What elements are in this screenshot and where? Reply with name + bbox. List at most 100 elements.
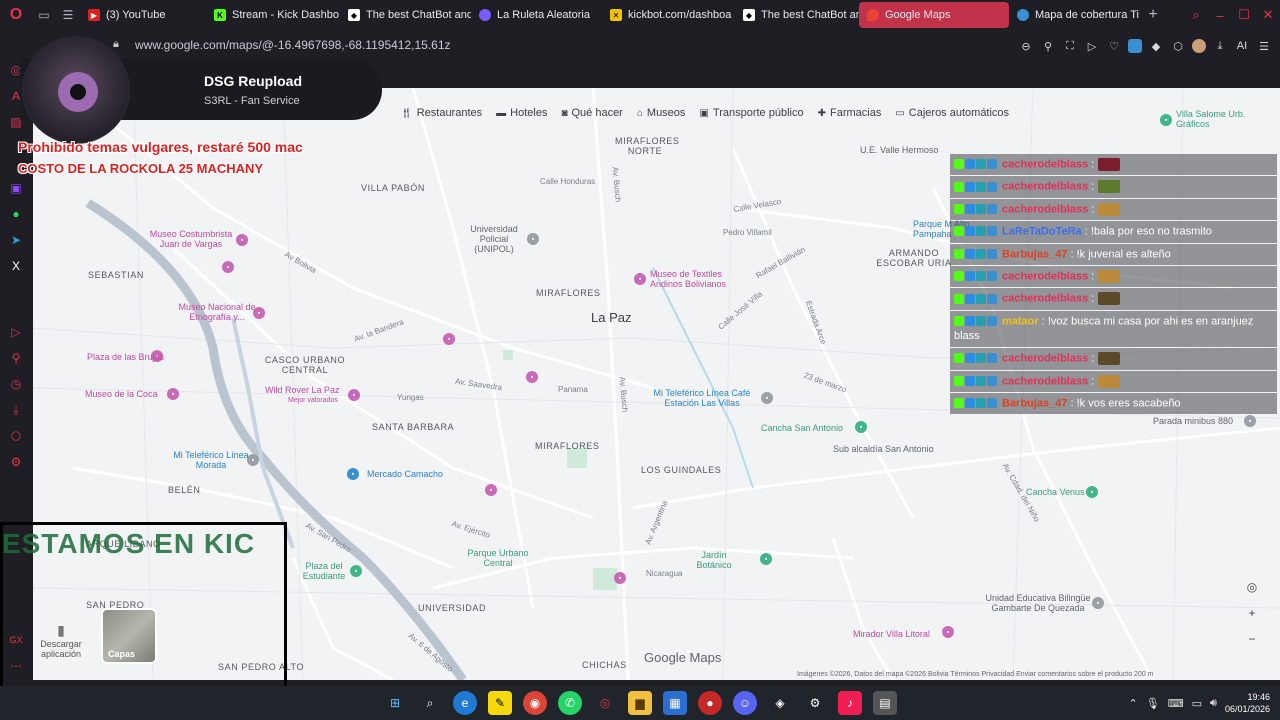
poi-villa-salome[interactable]: Villa Salome Urb. Gráficos bbox=[1176, 109, 1246, 129]
new-tab-button[interactable]: + bbox=[1143, 5, 1163, 25]
sidebar-whatsapp-icon[interactable]: ● bbox=[6, 204, 26, 224]
keyboard-icon[interactable]: ⌨ bbox=[1168, 697, 1184, 710]
museum-pin-icon[interactable]: ▪ bbox=[222, 261, 234, 273]
zoom-out-button[interactable]: − bbox=[1248, 632, 1255, 646]
chat-username[interactable]: cacherodelblass bbox=[1002, 158, 1088, 170]
poi-teleferico-morada[interactable]: Mi Teleférico Línea Morada bbox=[171, 450, 251, 470]
ai-icon[interactable]: AI bbox=[1234, 36, 1250, 56]
chat-username[interactable]: cacherodelblass bbox=[1002, 203, 1088, 215]
snapshot-icon[interactable]: ⛶ bbox=[1062, 36, 1078, 56]
chrome-icon[interactable]: ◉ bbox=[523, 691, 547, 715]
tab-kick-dashboard[interactable]: K Stream - Kick Dashbo bbox=[206, 2, 340, 28]
maximize-icon[interactable]: ☐ bbox=[1232, 0, 1256, 30]
close-icon[interactable]: ✕ bbox=[1256, 0, 1280, 30]
chip-hotels[interactable]: ▬ Hoteles bbox=[496, 107, 547, 119]
viewpoint-pin-icon[interactable]: ▪ bbox=[942, 626, 954, 638]
download-icon[interactable]: ⤓ bbox=[1212, 36, 1228, 56]
app-gray-icon[interactable]: ▤ bbox=[873, 691, 897, 715]
tab-youtube[interactable]: ▶ (3) YouTube bbox=[80, 2, 206, 28]
poi-unidad-educativa[interactable]: Unidad Educativa Bilingüe Gambarte De Qu… bbox=[983, 593, 1093, 613]
poi-plaza-estudiante[interactable]: Plaza del Estudiante bbox=[300, 561, 348, 581]
chat-username[interactable]: mataor bbox=[1002, 315, 1039, 327]
poi-parada-minibus[interactable]: Parada minibus 880 bbox=[1153, 416, 1233, 426]
tab-chatbot-2[interactable]: ◆ The best ChatBot and bbox=[735, 2, 859, 28]
poi-parque-urbano[interactable]: Parque Urbano Central bbox=[463, 548, 533, 568]
store-icon[interactable]: ▦ bbox=[663, 691, 687, 715]
play-icon[interactable]: ▷ bbox=[1084, 36, 1100, 56]
sports-pin-icon[interactable]: ▪ bbox=[855, 421, 867, 433]
market-pin-icon[interactable]: ▪ bbox=[347, 468, 359, 480]
zoom-in-button[interactable]: + bbox=[1248, 606, 1255, 620]
my-location-icon[interactable]: ◎ bbox=[1247, 580, 1257, 594]
lock-icon[interactable]: 🔒︎ bbox=[113, 38, 119, 51]
poi-plaza-brujas[interactable]: Plaza de las Brujas bbox=[87, 352, 164, 362]
cable-car-pin-icon[interactable]: ▪ bbox=[761, 392, 773, 404]
minimize-icon[interactable]: – bbox=[1208, 0, 1232, 30]
extension-icon[interactable] bbox=[1128, 39, 1142, 53]
poi-mercado-camacho[interactable]: Mercado Camacho bbox=[367, 469, 443, 479]
museum-pin-icon[interactable]: ▪ bbox=[634, 273, 646, 285]
tab-coverage-map[interactable]: Mapa de cobertura Ti bbox=[1009, 2, 1139, 28]
sidebar-twitch-icon[interactable]: ▣ bbox=[6, 178, 26, 198]
school-pin-icon[interactable]: ▪ bbox=[1092, 597, 1104, 609]
sidebar-x-icon[interactable]: X bbox=[6, 256, 26, 276]
search-icon[interactable]: ⌕ bbox=[418, 691, 442, 715]
hotel-pin-icon[interactable]: ▪ bbox=[348, 389, 360, 401]
museum-pin-icon[interactable]: ▪ bbox=[485, 484, 497, 496]
poi-museo-textiles[interactable]: Museo de Textiles Andinos Bolivianos bbox=[650, 269, 740, 289]
tray-overflow-icon[interactable]: ⌃ bbox=[1129, 697, 1138, 710]
place-pin-icon[interactable]: ▪ bbox=[1160, 114, 1172, 126]
pin-icon[interactable]: ⚲ bbox=[1040, 36, 1056, 56]
sidebar-telegram-icon[interactable]: ➤ bbox=[6, 230, 26, 250]
profile-avatar[interactable] bbox=[1192, 39, 1206, 53]
download-app-button[interactable]: ▮ Descargar aplicación bbox=[38, 622, 84, 659]
tab-list-icon[interactable]: ☰ bbox=[56, 0, 80, 30]
poi-museo-etnografia[interactable]: Museo Nacional de Etnografía y... bbox=[178, 302, 256, 322]
chip-atms[interactable]: ▭ Cajeros automáticos bbox=[895, 107, 1009, 119]
poi-jardin-botanico[interactable]: Jardín Botánico bbox=[693, 550, 735, 570]
museum-pin-icon[interactable]: ▪ bbox=[167, 388, 179, 400]
menu-icon[interactable]: ☰ bbox=[1256, 36, 1272, 56]
museum-pin-icon[interactable]: ▪ bbox=[614, 572, 626, 584]
sidebar-player-icon[interactable]: ▷ bbox=[6, 322, 26, 342]
volume-icon[interactable]: 🔊︎ bbox=[1210, 697, 1217, 710]
extensions-icon[interactable]: ⬡ bbox=[1170, 36, 1186, 56]
chip-museums[interactable]: ⌂ Museos bbox=[637, 107, 686, 119]
tab-ruleta[interactable]: La Ruleta Aleatoria bbox=[471, 2, 602, 28]
chat-username[interactable]: cacherodelblass bbox=[1002, 181, 1088, 193]
url-field[interactable]: www.google.com/maps/@-16.4967698,-68.119… bbox=[135, 38, 451, 52]
sidebar-extensions-icon[interactable]: ⬡ bbox=[6, 426, 26, 446]
chip-restaurants[interactable]: 🍴︎ Restaurantes bbox=[400, 107, 482, 119]
tab-kickbot[interactable]: ✕ kickbot.com/dashboa bbox=[602, 2, 735, 28]
park-pin-icon[interactable]: ▪ bbox=[760, 553, 772, 565]
sticky-notes-icon[interactable]: ✎ bbox=[488, 691, 512, 715]
windows-start-icon[interactable]: ⊞ bbox=[383, 691, 407, 715]
poi-sub-alcaldia[interactable]: Sub alcaldía San Antonio bbox=[833, 444, 934, 454]
workspaces-icon[interactable]: ▭ bbox=[32, 0, 56, 30]
poi-museo-coca[interactable]: Museo de la Coca bbox=[85, 389, 158, 399]
network-icon[interactable]: ▭ bbox=[1192, 697, 1202, 710]
poi-wild-rover[interactable]: Wild Rover La Paz bbox=[265, 385, 340, 395]
poi-museo-costumbrista[interactable]: Museo Costumbrista Juan de Vargas bbox=[141, 229, 241, 249]
heart-icon[interactable]: ♡ bbox=[1106, 36, 1122, 56]
poi-unipol[interactable]: Universidad Policial (UNIPOL) bbox=[463, 224, 525, 254]
chip-pharmacies[interactable]: ✚ Farmacias bbox=[818, 107, 882, 119]
tab-chatbot-1[interactable]: ◆ The best ChatBot and bbox=[340, 2, 471, 28]
chat-username[interactable]: cacherodelblass bbox=[1002, 270, 1088, 282]
poi-teleferico-cafe[interactable]: Mi Teleférico Línea Café Estación Las Vi… bbox=[647, 388, 757, 408]
chat-username[interactable]: cacherodelblass bbox=[1002, 293, 1088, 305]
chip-transit[interactable]: ▣ Transporte público bbox=[699, 107, 803, 119]
extension-diamond-icon[interactable]: ◆ bbox=[1148, 36, 1164, 56]
file-explorer-icon[interactable]: ▆ bbox=[628, 691, 652, 715]
tiktok-icon[interactable]: ♪ bbox=[838, 691, 862, 715]
poi-cancha-san-antonio[interactable]: Cancha San Antonio bbox=[761, 423, 843, 433]
museum-pin-icon[interactable]: ▪ bbox=[526, 371, 538, 383]
app-red-icon[interactable]: ● bbox=[698, 691, 722, 715]
tab-google-maps[interactable]: Google Maps bbox=[859, 2, 1009, 28]
bus-stop-pin-icon[interactable]: ▪ bbox=[1244, 415, 1256, 427]
whatsapp-icon[interactable]: ✆ bbox=[558, 691, 582, 715]
chat-username[interactable]: cacherodelblass bbox=[1002, 353, 1088, 365]
chat-username[interactable]: cacherodelblass bbox=[1002, 375, 1088, 387]
sidebar-pin-icon[interactable]: ⚲ bbox=[6, 348, 26, 368]
sidebar-history-icon[interactable]: ◷ bbox=[6, 374, 26, 394]
